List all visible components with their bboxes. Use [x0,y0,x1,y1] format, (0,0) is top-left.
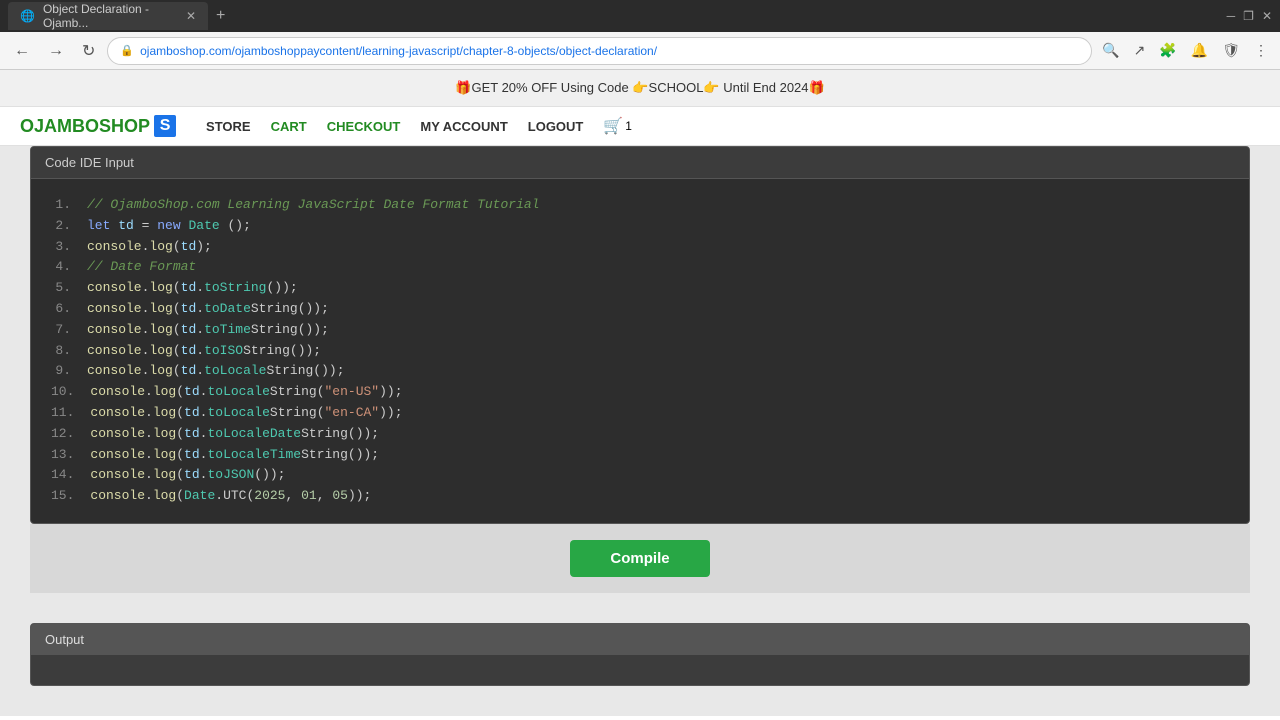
code-ide: Code IDE Input 1. // OjamboShop.com Lear… [30,146,1250,524]
code-line-13: 13. console.log(td.toLocaleTimeString())… [51,445,1229,466]
line-num-8: 8. [51,341,71,362]
line-num-11: 11. [51,403,74,424]
code-line-11: 11. console.log(td.toLocaleString("en-CA… [51,403,1229,424]
code-ide-title: Code IDE Input [45,155,134,170]
code-area[interactable]: 1. // OjamboShop.com Learning JavaScript… [31,179,1249,523]
search-button[interactable]: 🔍 [1098,38,1123,63]
menu-button[interactable]: ⋮ [1250,38,1272,63]
line-content-7: console.log(td.toTimeString()); [87,320,1229,341]
browser-nav-bar: ← → ↻ 🔒 ojamboshop.com/ojamboshoppaycont… [0,32,1280,70]
nav-store-link[interactable]: STORE [206,119,251,134]
line-num-12: 12. [51,424,74,445]
close-icon[interactable]: ✕ [1262,9,1272,23]
line-content-12: console.log(td.toLocaleDateString()); [90,424,1229,445]
line-num-14: 14. [51,465,74,486]
tab-bar: 🌐 Object Declaration - Ojamb... ✕ + ─ ❐ … [0,0,1280,32]
extensions-button[interactable]: 🧩 [1155,38,1180,63]
line-content-8: console.log(td.toISOString()); [87,341,1229,362]
tab-favicon: 🌐 [20,9,35,23]
line-content-3: console.log(td); [87,237,1229,258]
line-content-5: console.log(td.toString()); [87,278,1229,299]
code-line-1: 1. // OjamboShop.com Learning JavaScript… [51,195,1229,216]
line-content-11: console.log(td.toLocaleString("en-CA")); [90,403,1229,424]
browser-window: 🌐 Object Declaration - Ojamb... ✕ + ─ ❐ … [0,0,1280,720]
code-line-3: 3. console.log(td); [51,237,1229,258]
tab-title: Object Declaration - Ojamb... [43,2,174,30]
code-line-5: 5. console.log(td.toString()); [51,278,1229,299]
line-content-10: console.log(td.toLocaleString("en-US")); [90,382,1229,403]
cart-icon-wrap[interactable]: 🛒 1 [603,116,632,136]
line-content-14: console.log(td.toJSON()); [90,465,1229,486]
code-line-15: 15. console.log(Date.UTC(2025, 01, 05)); [51,486,1229,507]
line-content-15: console.log(Date.UTC(2025, 01, 05)); [90,486,1229,507]
output-box: Output [30,623,1250,686]
code-line-7: 7. console.log(td.toTimeString()); [51,320,1229,341]
line-content-4: // Date Format [87,257,1229,278]
line-num-1: 1. [51,195,71,216]
tab-close-button[interactable]: ✕ [186,9,196,23]
code-line-9: 9. console.log(td.toLocaleString()); [51,361,1229,382]
code-line-4: 4. // Date Format [51,257,1229,278]
lock-icon: 🔒 [120,44,134,57]
code-line-6: 6. console.log(td.toDateString()); [51,299,1229,320]
nav-cart-link[interactable]: CART [271,119,307,134]
line-num-2: 2. [51,216,71,237]
back-button[interactable]: ← [8,38,36,64]
cart-icon: 🛒 [603,116,623,136]
output-content [31,655,1249,685]
forward-button[interactable]: → [42,38,70,64]
code-line-10: 10. console.log(td.toLocaleString("en-US… [51,382,1229,403]
logo-s-badge: S [154,115,176,137]
browser-actions: 🔍 ↗ 🧩 🔔 🛡 ⋮ [1098,38,1272,63]
line-num-13: 13. [51,445,74,466]
output-section: Output [0,623,1280,716]
share-button[interactable]: ↗ [1130,38,1150,63]
compile-section: Compile [30,524,1250,593]
site-logo[interactable]: OJAMBOSHOP S [20,115,176,137]
minimize-icon[interactable]: ─ [1227,9,1236,23]
output-title: Output [45,632,84,647]
nav-checkout-link[interactable]: CHECKOUT [327,119,401,134]
code-ide-header: Code IDE Input [31,147,1249,179]
line-content-13: console.log(td.toLocaleTimeString()); [90,445,1229,466]
window-controls: ─ ❐ ✕ [1227,9,1272,23]
address-bar[interactable]: 🔒 ojamboshop.com/ojamboshoppaycontent/le… [107,37,1092,65]
compile-button[interactable]: Compile [570,540,709,577]
code-line-8: 8. console.log(td.toISOString()); [51,341,1229,362]
promo-banner: 🎁GET 20% OFF Using Code 👉SCHOOL👉 Until E… [0,70,1280,107]
line-num-9: 9. [51,361,71,382]
nav-links: STORE CART CHECKOUT MY ACCOUNT LOGOUT 🛒 … [206,116,632,136]
cart-count: 1 [625,119,632,133]
main-content: Code IDE Input 1. // OjamboShop.com Lear… [0,146,1280,623]
promo-text: 🎁GET 20% OFF Using Code 👉SCHOOL👉 Until E… [455,80,824,95]
code-line-2: 2. let td = new Date (); [51,216,1229,237]
line-num-7: 7. [51,320,71,341]
notification-button[interactable]: 🔔 [1187,38,1212,63]
line-num-5: 5. [51,278,71,299]
code-line-12: 12. console.log(td.toLocaleDateString())… [51,424,1229,445]
logo-text: OJAMBOSHOP [20,116,150,137]
line-num-6: 6. [51,299,71,320]
code-line-14: 14. console.log(td.toJSON()); [51,465,1229,486]
line-num-15: 15. [51,486,74,507]
new-tab-button[interactable]: + [208,3,233,29]
shield-button[interactable]: 🛡 [1218,38,1244,63]
site-navigation: OJAMBOSHOP S STORE CART CHECKOUT MY ACCO… [0,107,1280,146]
nav-logout-link[interactable]: LOGOUT [528,119,584,134]
line-content-1: // OjamboShop.com Learning JavaScript Da… [87,195,1229,216]
line-num-4: 4. [51,257,71,278]
logo-s-letter: S [160,117,171,135]
reload-button[interactable]: ↻ [76,37,101,65]
line-num-3: 3. [51,237,71,258]
nav-myaccount-link[interactable]: MY ACCOUNT [420,119,507,134]
line-content-9: console.log(td.toLocaleString()); [87,361,1229,382]
url-text: ojamboshop.com/ojamboshoppaycontent/lear… [140,44,1079,58]
line-num-10: 10. [51,382,74,403]
line-content-6: console.log(td.toDateString()); [87,299,1229,320]
output-header: Output [31,624,1249,655]
restore-icon[interactable]: ❐ [1243,9,1254,23]
browser-tab[interactable]: 🌐 Object Declaration - Ojamb... ✕ [8,2,208,30]
line-content-2: let td = new Date (); [87,216,1229,237]
page-content: 🎁GET 20% OFF Using Code 👉SCHOOL👉 Until E… [0,70,1280,720]
